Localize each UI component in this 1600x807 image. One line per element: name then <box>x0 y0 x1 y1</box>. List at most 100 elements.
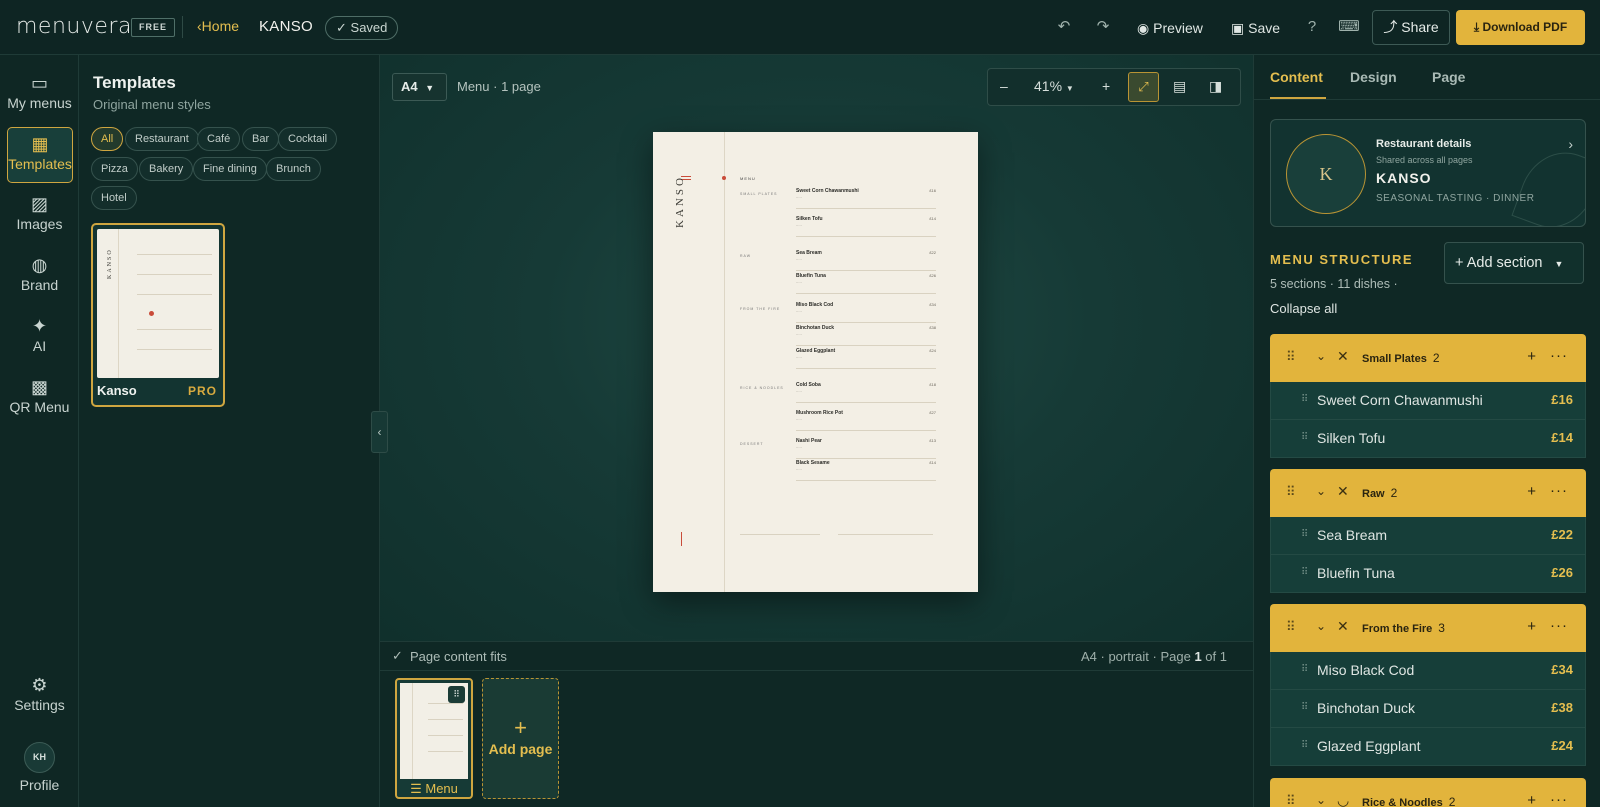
drag-handle-icon[interactable]: ⠿ <box>1286 484 1296 500</box>
filter-chip-brunch[interactable]: Brunch <box>266 157 321 181</box>
filter-chip-bar[interactable]: Bar <box>242 127 280 151</box>
page-info-prefix: A4 · portrait · Page <box>1081 649 1195 664</box>
drag-handle-icon[interactable]: ⠿ <box>448 686 465 703</box>
page-section-label: FROM THE FIRE <box>740 307 781 311</box>
download-pdf-button[interactable]: ⤓ Download PDF <box>1456 10 1585 45</box>
filter-chip-bakery[interactable]: Bakery <box>139 157 194 181</box>
chevron-down-icon[interactable]: ⌄ <box>1316 349 1326 363</box>
nav-images[interactable]: ▨ Images <box>0 188 79 244</box>
filter-chip-fine-dining[interactable]: Fine dining <box>193 157 267 181</box>
dish-row[interactable]: ⠿ Binchotan Duck £38 <box>1270 690 1586 728</box>
keyboard-icon[interactable]: ⌨ <box>1338 16 1360 38</box>
nav-qr-menu[interactable]: ▩ QR Menu <box>0 371 79 427</box>
add-dish-icon[interactable]: + <box>1527 348 1536 365</box>
paper-size-select[interactable]: A4 ▼ <box>392 73 447 101</box>
add-dish-icon[interactable]: + <box>1527 618 1536 635</box>
drag-handle-icon[interactable]: ⠿ <box>1301 529 1308 540</box>
section-header-rice-noodles[interactable]: ⠿ ⌄ ◡ Rice & Noodles 2 + ··· <box>1270 778 1586 807</box>
fit-width-icon[interactable]: ▤ <box>1173 78 1186 95</box>
section-name: From the Fire 3 <box>1362 621 1445 635</box>
list-icon: ☰ <box>410 781 422 796</box>
page-dish-name: Nashi Pear <box>796 438 822 444</box>
plus-icon: + <box>1455 255 1464 271</box>
zoom-out-button[interactable]: – <box>1000 78 1008 94</box>
dish-price: £38 <box>1551 700 1573 715</box>
chevron-down-icon[interactable]: ⌄ <box>1316 484 1326 498</box>
nav-label: AI <box>32 338 47 354</box>
drag-handle-icon[interactable]: ⠿ <box>1301 432 1308 443</box>
template-card-kanso[interactable]: KANSO Kanso PRO <box>91 223 225 407</box>
dish-row[interactable]: ⠿ Glazed Eggplant £24 <box>1270 728 1586 766</box>
save-button[interactable]: ▣ Save <box>1231 16 1280 40</box>
more-icon[interactable]: ··· <box>1550 791 1568 807</box>
more-icon[interactable]: ··· <box>1550 482 1568 499</box>
section-count: 2 <box>1448 795 1456 807</box>
app-logo[interactable]: menuvera <box>16 14 132 39</box>
avatar[interactable]: KH <box>24 742 55 773</box>
home-link[interactable]: ‹Home <box>197 18 239 34</box>
drag-handle-icon[interactable]: ⠿ <box>1301 567 1308 578</box>
nav-templates[interactable]: ▦ Templates <box>7 127 73 183</box>
saved-label: Saved <box>350 20 388 35</box>
drag-handle-icon[interactable]: ⠿ <box>1286 349 1296 365</box>
more-icon[interactable]: ··· <box>1550 617 1568 634</box>
page-menu-heading: MENU <box>740 176 756 181</box>
section-header-raw[interactable]: ⠿ ⌄ ✕ Raw 2 + ··· <box>1270 469 1586 517</box>
filter-chip-cocktail[interactable]: Cocktail <box>278 127 338 151</box>
share-button[interactable]: ⤴ Share <box>1372 10 1450 45</box>
nav-brand[interactable]: ◍ Brand <box>0 249 79 305</box>
redo-icon[interactable]: ↷ <box>1092 16 1114 38</box>
filter-chip-all[interactable]: All <box>91 127 124 151</box>
add-dish-icon[interactable]: + <box>1527 792 1536 807</box>
drag-handle-icon[interactable]: ⠿ <box>1286 793 1296 807</box>
add-dish-icon[interactable]: + <box>1527 483 1536 500</box>
dish-row[interactable]: ⠿ Sea Bream £22 <box>1270 517 1586 555</box>
drag-handle-icon[interactable]: ⠿ <box>1301 740 1308 751</box>
dish-row[interactable]: ⠿ Bluefin Tuna £26 <box>1270 555 1586 593</box>
add-section-label: Add section <box>1466 255 1543 271</box>
preview-button[interactable]: ◉ Preview <box>1137 16 1203 40</box>
add-page-button[interactable]: + Add page <box>482 678 559 799</box>
dish-row[interactable]: ⠿ Miso Black Cod £34 <box>1270 652 1586 690</box>
more-icon[interactable]: ··· <box>1550 347 1568 364</box>
page-strip: ⠿ ☰ Menu + Add page <box>380 671 1253 807</box>
drag-handle-icon[interactable]: ⠿ <box>1301 394 1308 405</box>
collapse-all-button[interactable]: Collapse all <box>1270 301 1337 316</box>
add-section-button[interactable]: + Add section ▼ <box>1444 242 1584 284</box>
filter-chip-hotel[interactable]: Hotel <box>91 186 137 210</box>
menu-page-preview[interactable]: KANSO MENU SMALL PLATES Sweet Corn Chawa… <box>653 132 978 592</box>
tab-content[interactable]: Content <box>1270 69 1323 85</box>
drag-handle-icon[interactable]: ⠿ <box>1301 664 1308 675</box>
nav-ai[interactable]: ✦ AI <box>0 310 79 366</box>
help-icon[interactable]: ? <box>1301 16 1323 38</box>
chevron-down-icon[interactable]: ⌄ <box>1316 619 1326 633</box>
dish-row[interactable]: ⠿ Sweet Corn Chawanmushi £16 <box>1270 382 1586 420</box>
drag-handle-icon[interactable]: ⠿ <box>1301 702 1308 713</box>
page-thumbnail[interactable]: ⠿ ☰ Menu <box>395 678 473 799</box>
tab-page[interactable]: Page <box>1432 69 1465 85</box>
drag-handle-icon[interactable]: ⠿ <box>1286 619 1296 635</box>
content-fits-status: Page content fits <box>410 649 507 664</box>
zoom-select[interactable]: 41% ▼ <box>1034 78 1074 94</box>
filter-chip-restaurant[interactable]: Restaurant <box>125 127 199 151</box>
restaurant-details-card[interactable]: K Restaurant details Shared across all p… <box>1270 119 1586 227</box>
zoom-in-button[interactable]: + <box>1102 78 1110 94</box>
tab-design[interactable]: Design <box>1350 69 1397 85</box>
nav-settings[interactable]: ⚙ Settings <box>0 669 79 725</box>
dish-name: Sea Bream <box>1317 527 1388 543</box>
section-header-from-the-fire[interactable]: ⠿ ⌄ ✕ From the Fire 3 + ··· <box>1270 604 1586 652</box>
undo-icon[interactable]: ↶ <box>1053 16 1075 38</box>
filter-chip-pizza[interactable]: Pizza <box>91 157 138 181</box>
nav-my-menus[interactable]: ▭ My menus <box>0 67 79 123</box>
fit-page-icon[interactable]: ⤢ <box>1128 72 1159 102</box>
collapse-panel-handle[interactable]: ‹ <box>371 411 388 453</box>
filter-chip-cafe[interactable]: Café <box>197 127 241 151</box>
restaurant-name: KANSO <box>1376 170 1432 186</box>
sidebar-toggle-icon[interactable]: ◨ <box>1209 78 1222 95</box>
chevron-down-icon[interactable]: ⌄ <box>1316 793 1326 807</box>
menu-title[interactable]: KANSO <box>259 18 313 35</box>
nav-profile[interactable]: Profile <box>0 777 79 801</box>
dish-row[interactable]: ⠿ Silken Tofu £14 <box>1270 420 1586 458</box>
section-header-small-plates[interactable]: ⠿ ⌄ ✕ Small Plates 2 + ··· <box>1270 334 1586 382</box>
page-dish-name: Black Sesame <box>796 460 830 466</box>
